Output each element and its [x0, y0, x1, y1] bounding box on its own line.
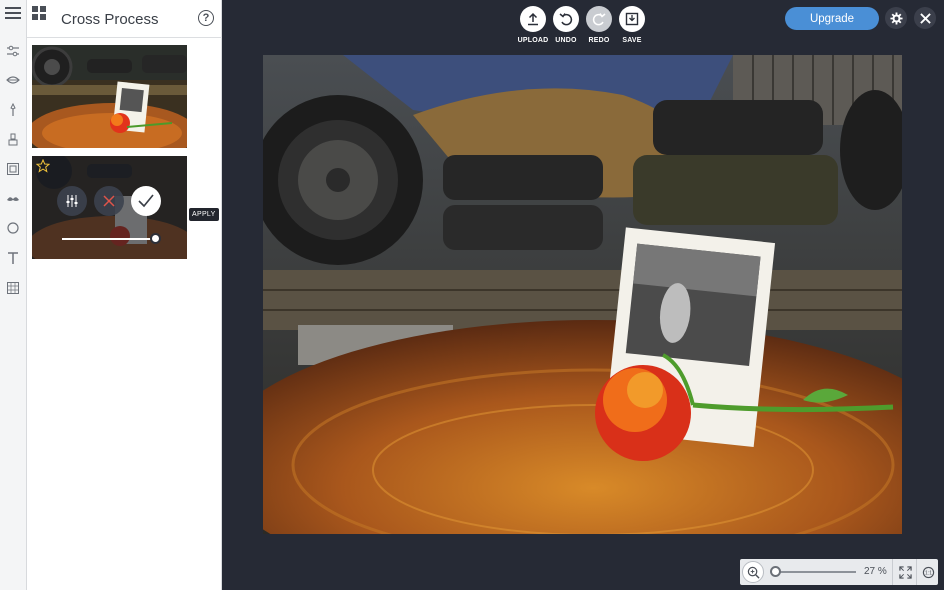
zoom-value: 27 % [864, 566, 887, 577]
filter-apply-button[interactable] [131, 186, 161, 216]
upgrade-button[interactable]: Upgrade [785, 7, 879, 30]
tool-rail [0, 0, 27, 590]
menu-icon[interactable] [5, 6, 21, 20]
text-icon[interactable] [5, 250, 21, 266]
filter-settings-button[interactable] [57, 186, 87, 216]
zoom-divider [892, 559, 893, 585]
intensity-slider-track[interactable] [62, 238, 156, 240]
texture-icon[interactable] [5, 280, 21, 296]
svg-text:1:1: 1:1 [924, 570, 931, 576]
save-icon [625, 12, 639, 26]
zoom-in-button[interactable] [742, 561, 764, 583]
intensity-slider-handle[interactable] [150, 233, 161, 244]
frame-icon[interactable] [5, 161, 21, 177]
check-icon [138, 194, 154, 208]
actual-size-icon[interactable]: 1:1 [920, 564, 936, 580]
apply-tooltip: APPLY [189, 208, 219, 221]
close-editor-button[interactable] [914, 7, 936, 29]
sliders-icon[interactable] [5, 43, 21, 59]
panel-divider [27, 37, 222, 38]
filter-thumbnail[interactable] [32, 45, 187, 148]
upload-button[interactable] [520, 6, 546, 32]
mustache-icon[interactable] [5, 191, 21, 207]
upload-icon [528, 12, 538, 26]
adjust-icon [66, 195, 78, 207]
panel-title: Cross Process [61, 11, 159, 28]
wand-icon[interactable] [5, 102, 21, 118]
zoom-slider-handle[interactable] [770, 566, 781, 577]
redo-icon [592, 13, 606, 26]
redo-button[interactable] [586, 6, 612, 32]
filter-card-active [32, 156, 187, 259]
canvas-image[interactable] [263, 55, 902, 534]
help-button[interactable]: ? [198, 10, 214, 26]
save-button[interactable] [619, 6, 645, 32]
grid-icon[interactable] [32, 6, 46, 20]
fit-screen-icon[interactable] [897, 564, 913, 580]
zoom-divider [916, 559, 917, 585]
zoom-in-icon [747, 566, 760, 579]
star-icon[interactable] [36, 159, 50, 173]
close-icon [919, 12, 931, 24]
brush-icon[interactable] [5, 132, 21, 148]
circle-icon[interactable] [5, 220, 21, 236]
settings-button[interactable] [885, 7, 907, 29]
filter-cancel-button[interactable] [94, 186, 124, 216]
zoom-bar: 27 % 1:1 [740, 559, 938, 585]
undo-icon [559, 13, 573, 26]
eye-icon[interactable] [5, 72, 21, 88]
gear-icon [889, 11, 903, 25]
save-label: SAVE [622, 37, 642, 44]
undo-button[interactable] [553, 6, 579, 32]
zoom-slider-track[interactable] [774, 571, 856, 573]
close-icon [103, 195, 115, 207]
